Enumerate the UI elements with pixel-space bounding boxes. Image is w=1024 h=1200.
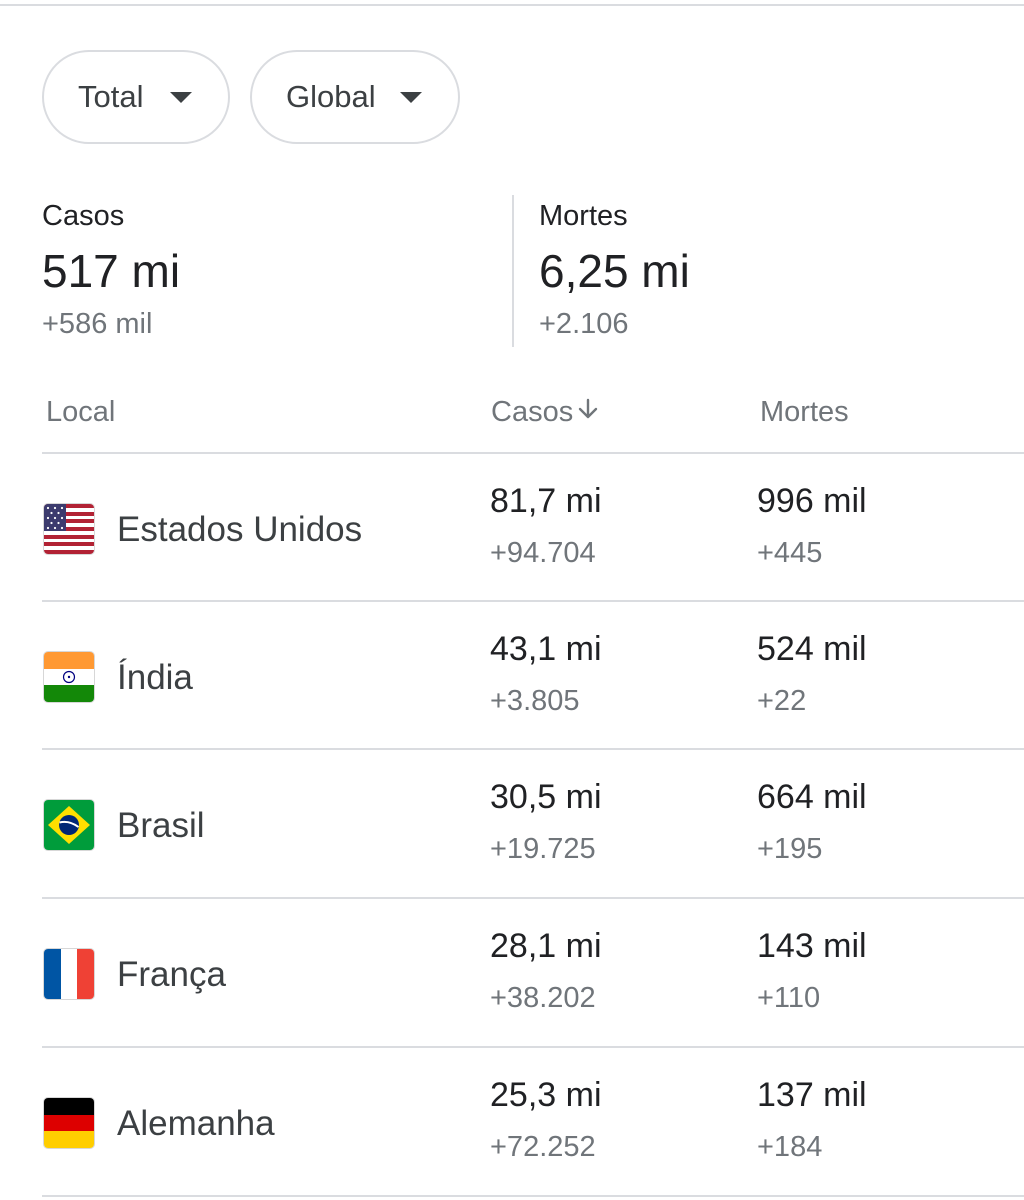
location-column-header: Local [46,396,116,428]
total-deaths-label: Mortes [539,200,628,232]
total-cases-value: 517 mi [42,245,181,297]
country-name: Alemanha [117,1104,275,1143]
deaths-delta: +110 [757,982,821,1014]
table-row[interactable]: Alemanha 25,3 mi +72.252 137 mil +184 [0,1048,1024,1196]
cases-column-header-label: Casos [491,396,574,428]
deaths-value: 996 mil [757,482,867,520]
row-divider [42,1195,1024,1197]
region-filter-label: Global [286,79,376,114]
country-name: Estados Unidos [117,510,363,549]
country-name: França [117,955,226,994]
table-row[interactable]: Brasil 30,5 mi +19.725 664 mil +195 [0,750,1024,898]
table-row[interactable]: Índia 43,1 mi +3.805 524 mil +22 [0,602,1024,750]
deaths-column-header: Mortes [760,396,849,428]
deaths-delta: +445 [757,537,823,569]
deaths-delta: +184 [757,1131,823,1163]
cases-delta: +19.725 [490,833,596,865]
cases-delta: +3.805 [490,685,580,717]
deaths-value: 143 mil [757,927,867,965]
france-flag-icon [44,949,94,999]
deaths-value: 137 mil [757,1076,867,1114]
cases-delta: +38.202 [490,982,596,1014]
total-cases-label: Casos [42,200,125,232]
deaths-delta: +22 [757,685,807,717]
deaths-value: 664 mil [757,778,867,816]
cases-delta: +94.704 [490,537,596,569]
deaths-value: 524 mil [757,630,867,668]
cases-value: 28,1 mi [490,927,602,965]
total-cases-delta: +586 mil [42,308,153,340]
us-flag-icon [44,504,94,554]
period-filter-chip[interactable]: Total [42,50,230,144]
table-row[interactable]: Estados Unidos 81,7 mi +94.704 996 mil +… [0,454,1024,602]
deaths-delta: +195 [757,833,823,865]
country-name: Índia [117,658,193,697]
brazil-flag-icon [44,800,94,850]
arrow-down-icon [577,396,599,429]
cases-value: 30,5 mi [490,778,602,816]
india-flag-icon [44,652,94,702]
dropdown-caret-icon [170,92,192,103]
dropdown-caret-icon [400,92,422,103]
cases-value: 25,3 mi [490,1076,602,1114]
cases-value: 43,1 mi [490,630,602,668]
cases-value: 81,7 mi [490,482,602,520]
germany-flag-icon [44,1098,94,1148]
table-row[interactable]: França 28,1 mi +38.202 143 mil +110 [0,899,1024,1047]
cases-delta: +72.252 [490,1131,596,1163]
region-filter-chip[interactable]: Global [250,50,460,144]
period-filter-label: Total [78,79,144,114]
country-name: Brasil [117,806,205,845]
summary-divider [512,195,514,347]
cases-column-header[interactable]: Casos [491,396,599,429]
top-divider [0,4,1024,6]
total-deaths-delta: +2.106 [539,308,629,340]
covid-stats-panel: Total Global Casos 517 mi +586 mil Morte… [0,0,1024,1200]
total-deaths-value: 6,25 mi [539,245,690,297]
